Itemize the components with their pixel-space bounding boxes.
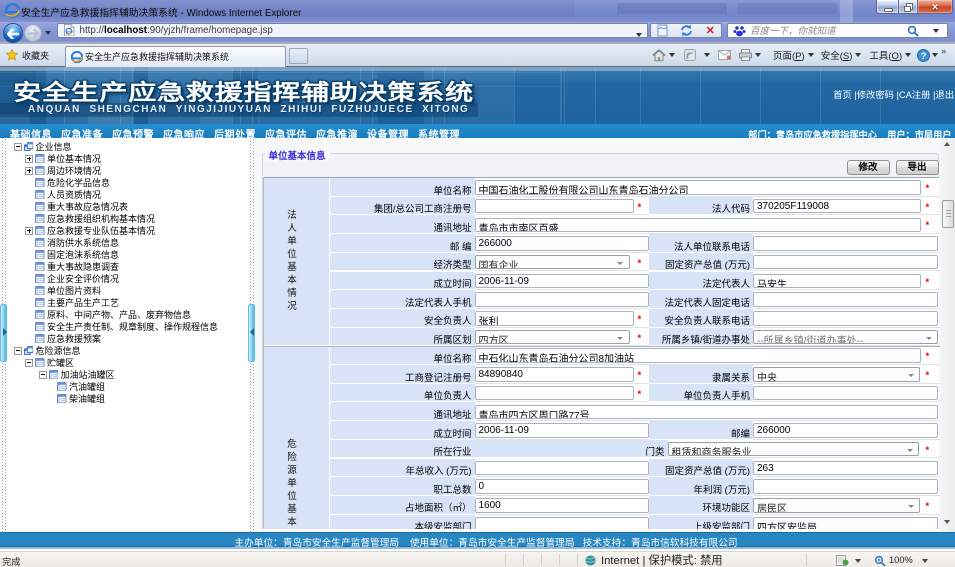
svg-text:?: ? xyxy=(921,50,927,61)
